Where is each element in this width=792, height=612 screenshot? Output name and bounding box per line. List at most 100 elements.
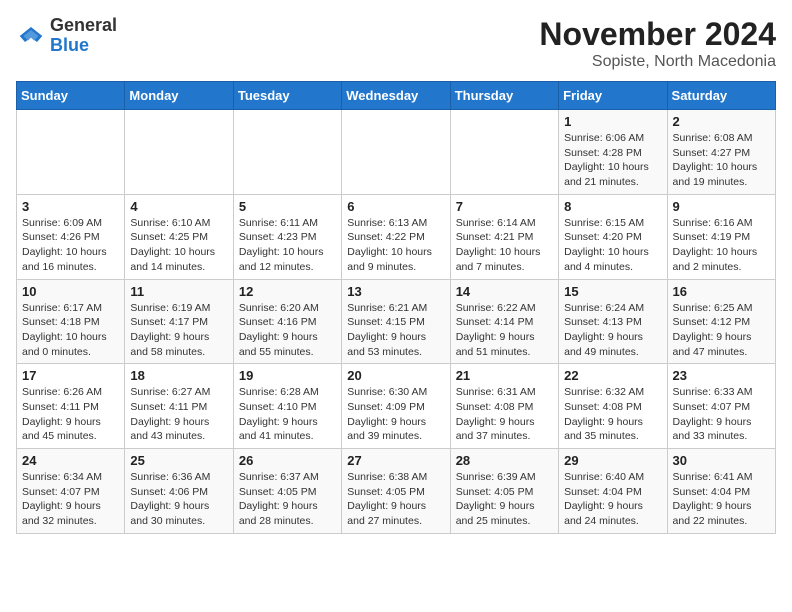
calendar-cell: 12 Sunrise: 6:20 AM Sunset: 4:16 PM Dayli…: [233, 279, 341, 364]
day-number: 16: [673, 284, 770, 299]
day-number: 23: [673, 368, 770, 383]
day-number: 12: [239, 284, 336, 299]
day-number: 24: [22, 453, 119, 468]
day-info: Sunrise: 6:20 AM Sunset: 4:16 PM Dayligh…: [239, 301, 336, 360]
day-number: 25: [130, 453, 227, 468]
day-info: Sunrise: 6:24 AM Sunset: 4:13 PM Dayligh…: [564, 301, 661, 360]
calendar-cell: 19Sunrise: 6:28 AM Sunset: 4:10 PM Dayli…: [233, 364, 341, 449]
day-number: 4: [130, 199, 227, 214]
calendar-cell: 29Sunrise: 6:40 AM Sunset: 4:04 PM Dayli…: [559, 449, 667, 534]
day-info: Sunrise: 6:15 AM Sunset: 4:20 PM Dayligh…: [564, 216, 661, 275]
day-info: Sunrise: 6:37 AM Sunset: 4:05 PM Dayligh…: [239, 470, 336, 529]
calendar-cell: 1 Sunrise: 6:06 AM Sunset: 4:28 PM Daylig…: [559, 110, 667, 195]
calendar-week-row: 24 Sunrise: 6:34 AM Sunset: 4:07 PM Dayli…: [17, 449, 776, 534]
day-info: Sunrise: 6:26 AM Sunset: 4:11 PM Dayligh…: [22, 385, 119, 444]
calendar-cell: 14 Sunrise: 6:22 AM Sunset: 4:14 PM Dayli…: [450, 279, 558, 364]
calendar-cell: 10 Sunrise: 6:17 AM Sunset: 4:18 PM Dayli…: [17, 279, 125, 364]
day-number: 20: [347, 368, 444, 383]
day-number: 10: [22, 284, 119, 299]
day-header-wednesday: Wednesday: [342, 82, 450, 110]
day-info: Sunrise: 6:39 AM Sunset: 4:05 PM Dayligh…: [456, 470, 553, 529]
day-info: Sunrise: 6:10 AM Sunset: 4:25 PM Dayligh…: [130, 216, 227, 275]
calendar-cell: 7 Sunrise: 6:14 AM Sunset: 4:21 PM Daylig…: [450, 194, 558, 279]
calendar-cell: 23Sunrise: 6:33 AM Sunset: 4:07 PM Dayli…: [667, 364, 775, 449]
calendar-cell: 22 Sunrise: 6:32 AM Sunset: 4:08 PM Dayli…: [559, 364, 667, 449]
day-info: Sunrise: 6:11 AM Sunset: 4:23 PM Dayligh…: [239, 216, 336, 275]
day-info: Sunrise: 6:17 AM Sunset: 4:18 PM Dayligh…: [22, 301, 119, 360]
calendar-header-row: SundayMondayTuesdayWednesdayThursdayFrid…: [17, 82, 776, 110]
day-header-friday: Friday: [559, 82, 667, 110]
calendar-body: 1 Sunrise: 6:06 AM Sunset: 4:28 PM Daylig…: [17, 110, 776, 534]
day-info: Sunrise: 6:41 AM Sunset: 4:04 PM Dayligh…: [673, 470, 770, 529]
location-subtitle: Sopiste, North Macedonia: [539, 53, 776, 71]
day-info: Sunrise: 6:31 AM Sunset: 4:08 PM Dayligh…: [456, 385, 553, 444]
day-info: Sunrise: 6:32 AM Sunset: 4:08 PM Dayligh…: [564, 385, 661, 444]
day-number: 7: [456, 199, 553, 214]
calendar-table: SundayMondayTuesdayWednesdayThursdayFrid…: [16, 81, 776, 534]
calendar-cell: 16Sunrise: 6:25 AM Sunset: 4:12 PM Dayli…: [667, 279, 775, 364]
day-number: 8: [564, 199, 661, 214]
day-number: 6: [347, 199, 444, 214]
calendar-cell: 24 Sunrise: 6:34 AM Sunset: 4:07 PM Dayli…: [17, 449, 125, 534]
calendar-cell: 9 Sunrise: 6:16 AM Sunset: 4:19 PM Daylig…: [667, 194, 775, 279]
calendar-cell: 28 Sunrise: 6:39 AM Sunset: 4:05 PM Dayli…: [450, 449, 558, 534]
calendar-week-row: 10 Sunrise: 6:17 AM Sunset: 4:18 PM Dayli…: [17, 279, 776, 364]
calendar-cell: 20 Sunrise: 6:30 AM Sunset: 4:09 PM Dayli…: [342, 364, 450, 449]
day-number: 22: [564, 368, 661, 383]
day-number: 5: [239, 199, 336, 214]
calendar-cell: 17Sunrise: 6:26 AM Sunset: 4:11 PM Dayli…: [17, 364, 125, 449]
day-number: 13: [347, 284, 444, 299]
day-header-thursday: Thursday: [450, 82, 558, 110]
calendar-cell: 30 Sunrise: 6:41 AM Sunset: 4:04 PM Dayli…: [667, 449, 775, 534]
day-info: Sunrise: 6:19 AM Sunset: 4:17 PM Dayligh…: [130, 301, 227, 360]
logo-text: General Blue: [50, 16, 117, 56]
logo-icon: [16, 21, 46, 51]
day-number: 28: [456, 453, 553, 468]
day-header-saturday: Saturday: [667, 82, 775, 110]
day-number: 1: [564, 114, 661, 129]
calendar-cell: 25 Sunrise: 6:36 AM Sunset: 4:06 PM Dayli…: [125, 449, 233, 534]
calendar-cell: 21 Sunrise: 6:31 AM Sunset: 4:08 PM Dayli…: [450, 364, 558, 449]
day-info: Sunrise: 6:08 AM Sunset: 4:27 PM Dayligh…: [673, 131, 770, 190]
calendar-cell: 11 Sunrise: 6:19 AM Sunset: 4:17 PM Dayli…: [125, 279, 233, 364]
day-info: Sunrise: 6:06 AM Sunset: 4:28 PM Dayligh…: [564, 131, 661, 190]
calendar-week-row: 1 Sunrise: 6:06 AM Sunset: 4:28 PM Daylig…: [17, 110, 776, 195]
calendar-cell: 18 Sunrise: 6:27 AM Sunset: 4:11 PM Dayli…: [125, 364, 233, 449]
day-number: 27: [347, 453, 444, 468]
day-header-tuesday: Tuesday: [233, 82, 341, 110]
calendar-cell: 5 Sunrise: 6:11 AM Sunset: 4:23 PM Daylig…: [233, 194, 341, 279]
logo: General Blue: [16, 16, 117, 56]
day-number: 21: [456, 368, 553, 383]
calendar-cell: 4 Sunrise: 6:10 AM Sunset: 4:25 PM Daylig…: [125, 194, 233, 279]
calendar-cell: 13Sunrise: 6:21 AM Sunset: 4:15 PM Dayli…: [342, 279, 450, 364]
day-info: Sunrise: 6:22 AM Sunset: 4:14 PM Dayligh…: [456, 301, 553, 360]
day-number: 30: [673, 453, 770, 468]
day-number: 2: [673, 114, 770, 129]
day-number: 14: [456, 284, 553, 299]
day-info: Sunrise: 6:30 AM Sunset: 4:09 PM Dayligh…: [347, 385, 444, 444]
day-info: Sunrise: 6:09 AM Sunset: 4:26 PM Dayligh…: [22, 216, 119, 275]
day-info: Sunrise: 6:16 AM Sunset: 4:19 PM Dayligh…: [673, 216, 770, 275]
title-area: November 2024 Sopiste, North Macedonia: [539, 16, 776, 71]
calendar-cell: [233, 110, 341, 195]
day-info: Sunrise: 6:36 AM Sunset: 4:06 PM Dayligh…: [130, 470, 227, 529]
calendar-cell: 15 Sunrise: 6:24 AM Sunset: 4:13 PM Dayli…: [559, 279, 667, 364]
calendar-cell: 3Sunrise: 6:09 AM Sunset: 4:26 PM Daylig…: [17, 194, 125, 279]
day-number: 15: [564, 284, 661, 299]
day-info: Sunrise: 6:34 AM Sunset: 4:07 PM Dayligh…: [22, 470, 119, 529]
day-info: Sunrise: 6:40 AM Sunset: 4:04 PM Dayligh…: [564, 470, 661, 529]
day-info: Sunrise: 6:28 AM Sunset: 4:10 PM Dayligh…: [239, 385, 336, 444]
day-info: Sunrise: 6:27 AM Sunset: 4:11 PM Dayligh…: [130, 385, 227, 444]
calendar-cell: [342, 110, 450, 195]
calendar-cell: 26 Sunrise: 6:37 AM Sunset: 4:05 PM Dayli…: [233, 449, 341, 534]
day-number: 9: [673, 199, 770, 214]
day-info: Sunrise: 6:14 AM Sunset: 4:21 PM Dayligh…: [456, 216, 553, 275]
calendar-week-row: 17Sunrise: 6:26 AM Sunset: 4:11 PM Dayli…: [17, 364, 776, 449]
month-year-title: November 2024: [539, 16, 776, 53]
day-header-monday: Monday: [125, 82, 233, 110]
day-number: 11: [130, 284, 227, 299]
day-number: 18: [130, 368, 227, 383]
day-number: 26: [239, 453, 336, 468]
day-header-sunday: Sunday: [17, 82, 125, 110]
day-info: Sunrise: 6:13 AM Sunset: 4:22 PM Dayligh…: [347, 216, 444, 275]
